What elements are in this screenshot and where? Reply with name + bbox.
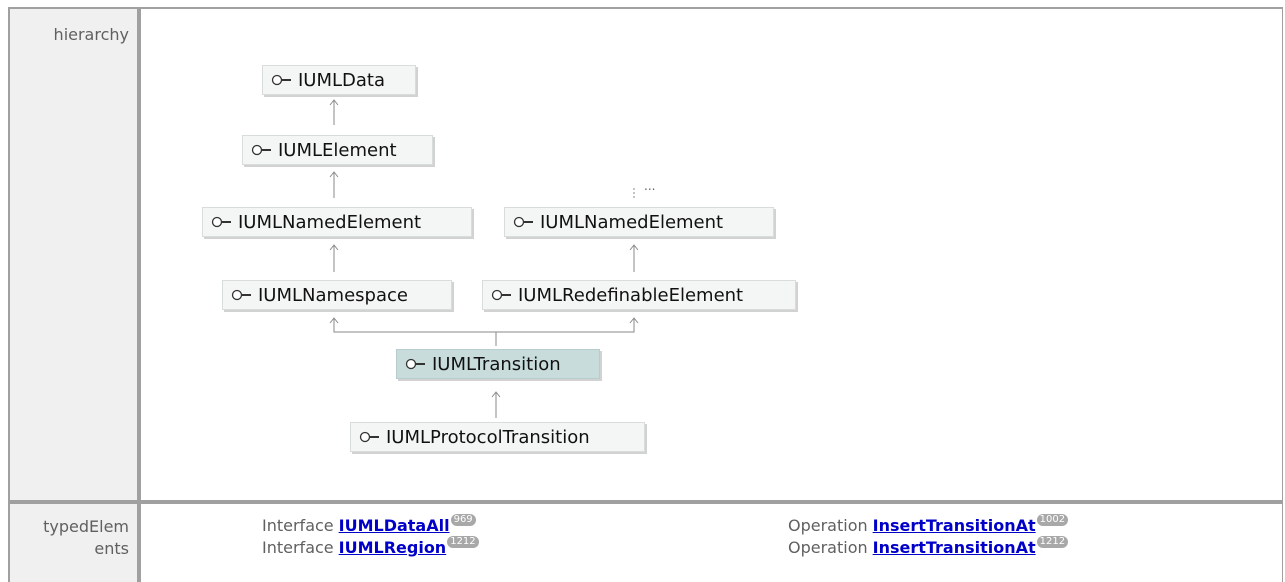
interface-lollipop-icon — [211, 216, 233, 228]
edge-transition-redefinable — [496, 318, 635, 333]
typed-element-entry: Interface IUMLDataAll 969 — [262, 514, 476, 535]
node-iumlnamespace[interactable]: IUMLNamespace — [222, 280, 452, 310]
node-iumlnamedelement-left[interactable]: IUMLNamedElement — [202, 207, 472, 237]
typed-element-entry: Operation InsertTransitionAt 1002 — [788, 514, 1069, 535]
typed-element-entry: Operation InsertTransitionAt 1212 — [788, 536, 1069, 557]
element-link[interactable]: InsertTransitionAt — [873, 538, 1036, 557]
element-kind: Operation — [788, 538, 868, 557]
node-iumldata[interactable]: IUMLData — [262, 65, 416, 95]
interface-lollipop-icon — [251, 144, 273, 156]
node-label: IUMLNamespace — [258, 284, 408, 306]
node-label: IUMLNamedElement — [540, 211, 724, 233]
count-badge: 969 — [450, 514, 476, 526]
interface-lollipop-icon — [359, 431, 381, 443]
typed-element-entry: Interface IUMLRegion 1212 — [262, 536, 479, 557]
count-badge: 1212 — [1036, 536, 1069, 548]
element-kind: Interface — [262, 516, 334, 535]
node-label: IUMLElement — [278, 139, 397, 161]
interface-lollipop-icon — [405, 358, 427, 370]
node-label: IUMLTransition — [432, 353, 561, 375]
node-label: IUMLRedefinableElement — [518, 284, 744, 306]
element-kind: Interface — [262, 538, 334, 557]
node-iumlredefinableelement[interactable]: IUMLRedefinableElement — [482, 280, 796, 310]
typed-elements-row-label: typedElem ents — [10, 504, 137, 582]
node-iumlprotocoltransition[interactable]: IUMLProtocolTransition — [350, 422, 645, 452]
node-iumlnamedelement-right[interactable]: IUMLNamedElement — [504, 207, 774, 237]
element-kind: Operation — [788, 516, 868, 535]
typed-elements-label-line1: typedElem — [43, 517, 129, 536]
node-iumlelement[interactable]: IUMLElement — [242, 135, 433, 165]
node-iumltransition[interactable]: IUMLTransition — [396, 349, 600, 379]
interface-lollipop-icon — [231, 289, 253, 301]
element-link[interactable]: IUMLDataAll — [339, 516, 450, 535]
element-link[interactable]: InsertTransitionAt — [873, 516, 1036, 535]
interface-lollipop-icon — [513, 216, 535, 228]
count-badge: 1212 — [447, 536, 479, 548]
edge-transition-namespace — [333, 318, 497, 346]
typed-elements-label-line2: ents — [94, 539, 129, 558]
element-link[interactable]: IUMLRegion — [339, 538, 447, 557]
node-label: IUMLData — [298, 69, 386, 91]
count-badge: 1002 — [1036, 514, 1069, 526]
interface-lollipop-icon — [271, 74, 293, 86]
node-label: IUMLNamedElement — [238, 211, 422, 233]
interface-lollipop-icon — [491, 289, 513, 301]
more-indicator[interactable]: ... — [644, 179, 655, 193]
node-label: IUMLProtocolTransition — [386, 426, 590, 448]
